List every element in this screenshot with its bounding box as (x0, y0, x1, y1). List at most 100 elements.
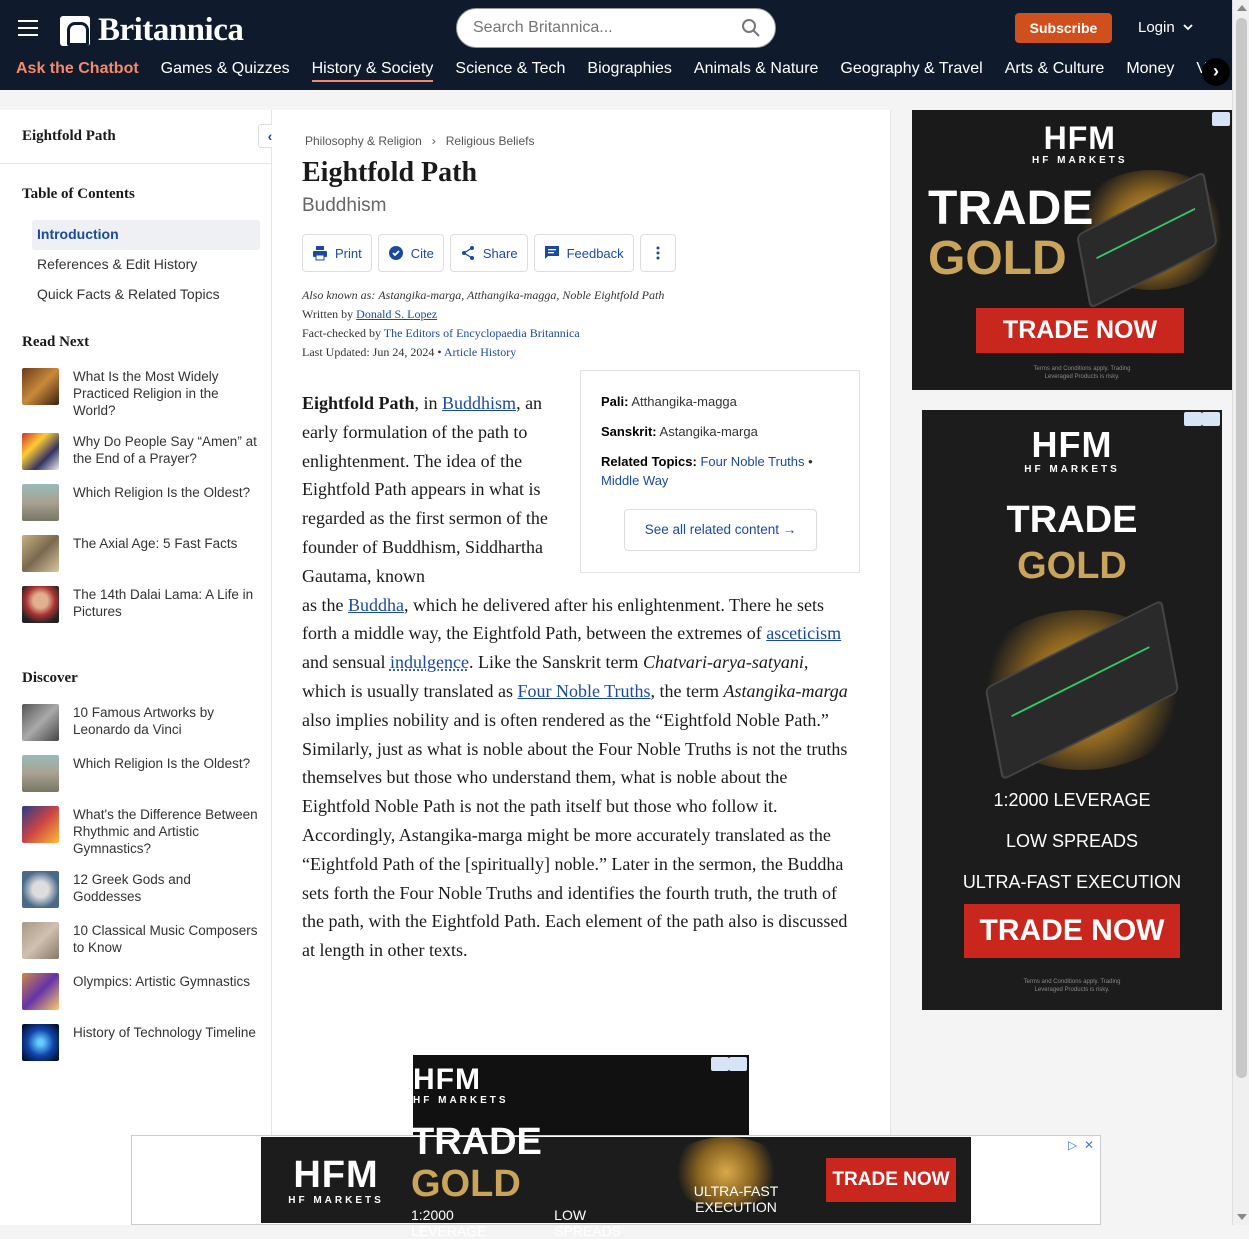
hfm-logo: HFM HF MARKETS (288, 1154, 384, 1206)
scrollbar-thumb[interactable] (1236, 18, 1247, 1078)
ad-choices-icon[interactable] (1184, 412, 1202, 426)
share-icon (461, 246, 474, 260)
toc-item-references[interactable]: References & Edit History (32, 250, 260, 280)
discover-list: 10 Famous Artworks by Leonardo da Vinci … (22, 704, 262, 1075)
thumbnail-image (22, 433, 59, 470)
read-next-list: What Is the Most Widely Practiced Religi… (22, 368, 262, 637)
toc-item-quick-facts[interactable]: Quick Facts & Related Topics (32, 280, 260, 310)
ad-features: 1:2000 LEVERAGE LOW SPREADS ULTRA-FAST E… (962, 790, 1182, 892)
subscribe-button[interactable]: Subscribe (1015, 13, 1112, 43)
read-next-heading: Read Next (22, 334, 90, 350)
thumbnail-image (22, 368, 59, 405)
nav-science-tech[interactable]: Science & Tech (455, 60, 565, 82)
author-link[interactable]: Donald S. Lopez (356, 307, 437, 321)
close-ad-icon[interactable]: ✕ (1084, 1138, 1098, 1152)
nav-biographies[interactable]: Biographies (587, 60, 672, 82)
nav-animals-nature[interactable]: Animals & Nature (694, 60, 819, 82)
list-item[interactable]: What's the Difference Between Rhythmic a… (22, 806, 262, 857)
feedback-button[interactable]: Feedback (533, 234, 634, 272)
close-ad-icon[interactable] (1202, 412, 1220, 426)
ad-choices-icon[interactable]: ▷ (1068, 1138, 1082, 1152)
article-sidebar: Eightfold Path ‹ Table of Contents Intro… (0, 110, 282, 1225)
login-menu[interactable]: Login (1138, 19, 1193, 36)
more-options-icon[interactable] (639, 234, 676, 272)
nav-money[interactable]: Money (1126, 60, 1174, 82)
category-nav: Ask the Chatbot Games & Quizzes History … (16, 60, 1207, 82)
divider (0, 163, 272, 164)
britannica-thistle-icon (60, 15, 90, 46)
article-main: Philosophy & Religion › Religious Belief… (272, 110, 891, 1225)
list-item[interactable]: 10 Classical Music Composers to Know (22, 922, 262, 959)
buddhism-link[interactable]: Buddhism (442, 393, 516, 413)
discover-heading: Discover (22, 670, 78, 686)
thumbnail-image (22, 755, 59, 792)
list-item[interactable]: Which Religion Is the Oldest? (22, 484, 262, 521)
verified-badge-icon (388, 246, 403, 260)
list-item[interactable]: The Axial Age: 5 Fast Facts (22, 535, 262, 572)
sticky-bottom-ad[interactable]: ▷ ✕ HFM HF MARKETS TRADE GOLD 1:2000 LEVE… (131, 1121, 1101, 1239)
close-ad-icon[interactable] (729, 1057, 747, 1071)
breadcrumb: Philosophy & Religion › Religious Belief… (305, 134, 534, 148)
thumbnail-image (22, 806, 59, 843)
article-history-link[interactable]: Article History (444, 345, 516, 359)
list-item[interactable]: The 14th Dalai Lama: A Life in Pictures (22, 586, 262, 623)
nav-scroll-right-icon[interactable]: › (1202, 58, 1230, 86)
indulgence-link[interactable]: indulgence (390, 652, 469, 672)
thumbnail-image (22, 704, 59, 741)
hfm-logo: HFM HF MARKETS (1032, 120, 1128, 166)
ad-choices-icon[interactable] (711, 1057, 729, 1071)
search-box[interactable] (456, 8, 776, 48)
list-item[interactable]: What Is the Most Widely Practiced Religi… (22, 368, 262, 419)
ad-choices-icon[interactable] (1212, 112, 1230, 126)
feedback-icon (544, 246, 559, 259)
article-toolbar: Print Cite Share Feedback (302, 234, 676, 272)
nav-games-quizzes[interactable]: Games & Quizzes (161, 60, 290, 82)
toc-item-introduction[interactable]: Introduction (32, 220, 260, 250)
nav-ask-chatbot[interactable]: Ask the Chatbot (16, 60, 139, 82)
list-item[interactable]: History of Technology Timeline (22, 1024, 262, 1061)
list-item[interactable]: Which Religion Is the Oldest? (22, 755, 262, 792)
trade-now-button[interactable]: TRADE NOW (964, 904, 1180, 958)
scroll-down-arrow-icon[interactable] (1237, 1214, 1247, 1220)
list-item[interactable]: 12 Greek Gods and Goddesses (22, 871, 262, 908)
page-title: Eightfold Path (302, 157, 478, 188)
cite-button[interactable]: Cite (377, 234, 444, 272)
nav-arts-culture[interactable]: Arts & Culture (1005, 60, 1105, 82)
ad-headline: TRADE GOLD 1:2000 LEVERAGE LOW SPREADS (411, 1121, 622, 1239)
nav-history-society[interactable]: History & Society (311, 60, 434, 82)
search-input[interactable] (473, 19, 733, 37)
sidebar-ad-tall[interactable]: HFM HF MARKETS TRADE GOLD 1:2000 LEVERAGE … (922, 410, 1222, 1010)
list-item[interactable]: 10 Famous Artworks by Leonardo da Vinci (22, 704, 262, 741)
scroll-up-arrow-icon[interactable] (1237, 5, 1247, 11)
buddha-link[interactable]: Buddha (348, 595, 404, 615)
page-scrollbar[interactable] (1232, 0, 1249, 1225)
sidebar-ad-top[interactable]: HFM HF MARKETS TRADE GOLD TRADE NOW Terms … (912, 110, 1232, 390)
breadcrumb-item[interactable]: Philosophy & Religion (305, 134, 422, 148)
hfm-logo: HFM HF MARKETS (1024, 424, 1120, 475)
asceticism-link[interactable]: asceticism (766, 623, 841, 643)
share-button[interactable]: Share (449, 234, 528, 272)
search-icon[interactable] (741, 18, 761, 38)
list-item[interactable]: Olympics: Artistic Gymnastics (22, 973, 262, 1010)
login-label: Login (1138, 19, 1175, 36)
nav-geography-travel[interactable]: Geography & Travel (840, 60, 982, 82)
trade-now-button[interactable]: TRADE NOW (826, 1158, 956, 1202)
trade-now-button[interactable]: TRADE NOW (976, 308, 1184, 353)
thumbnail-image (22, 535, 59, 572)
print-button[interactable]: Print (302, 234, 372, 272)
toc-heading: Table of Contents (22, 186, 135, 202)
sidebar-title: Eightfold Path (22, 128, 116, 144)
chevron-down-icon (1183, 24, 1193, 31)
fact-checker-link[interactable]: The Editors of Encyclopaedia Britannica (384, 326, 580, 340)
britannica-logo[interactable]: Britannica (60, 12, 244, 49)
top-navigation-bar: Britannica Subscribe Login Ask the Chatb… (0, 0, 1232, 90)
article-lead: Eightfold Path, in Buddhism, an early fo… (302, 393, 548, 586)
thumbnail-image (22, 973, 59, 1010)
list-item[interactable]: Why Do People Say “Amen” at the End of a… (22, 433, 262, 470)
four-noble-truths-link[interactable]: Four Noble Truths (517, 681, 650, 701)
hfm-logo: HFM HF MARKETS (413, 1063, 509, 1106)
page-subtitle: Buddhism (302, 195, 387, 216)
menu-icon[interactable] (18, 20, 38, 36)
table-of-contents: Introduction References & Edit History Q… (32, 220, 260, 310)
breadcrumb-item[interactable]: Religious Beliefs (446, 134, 535, 148)
